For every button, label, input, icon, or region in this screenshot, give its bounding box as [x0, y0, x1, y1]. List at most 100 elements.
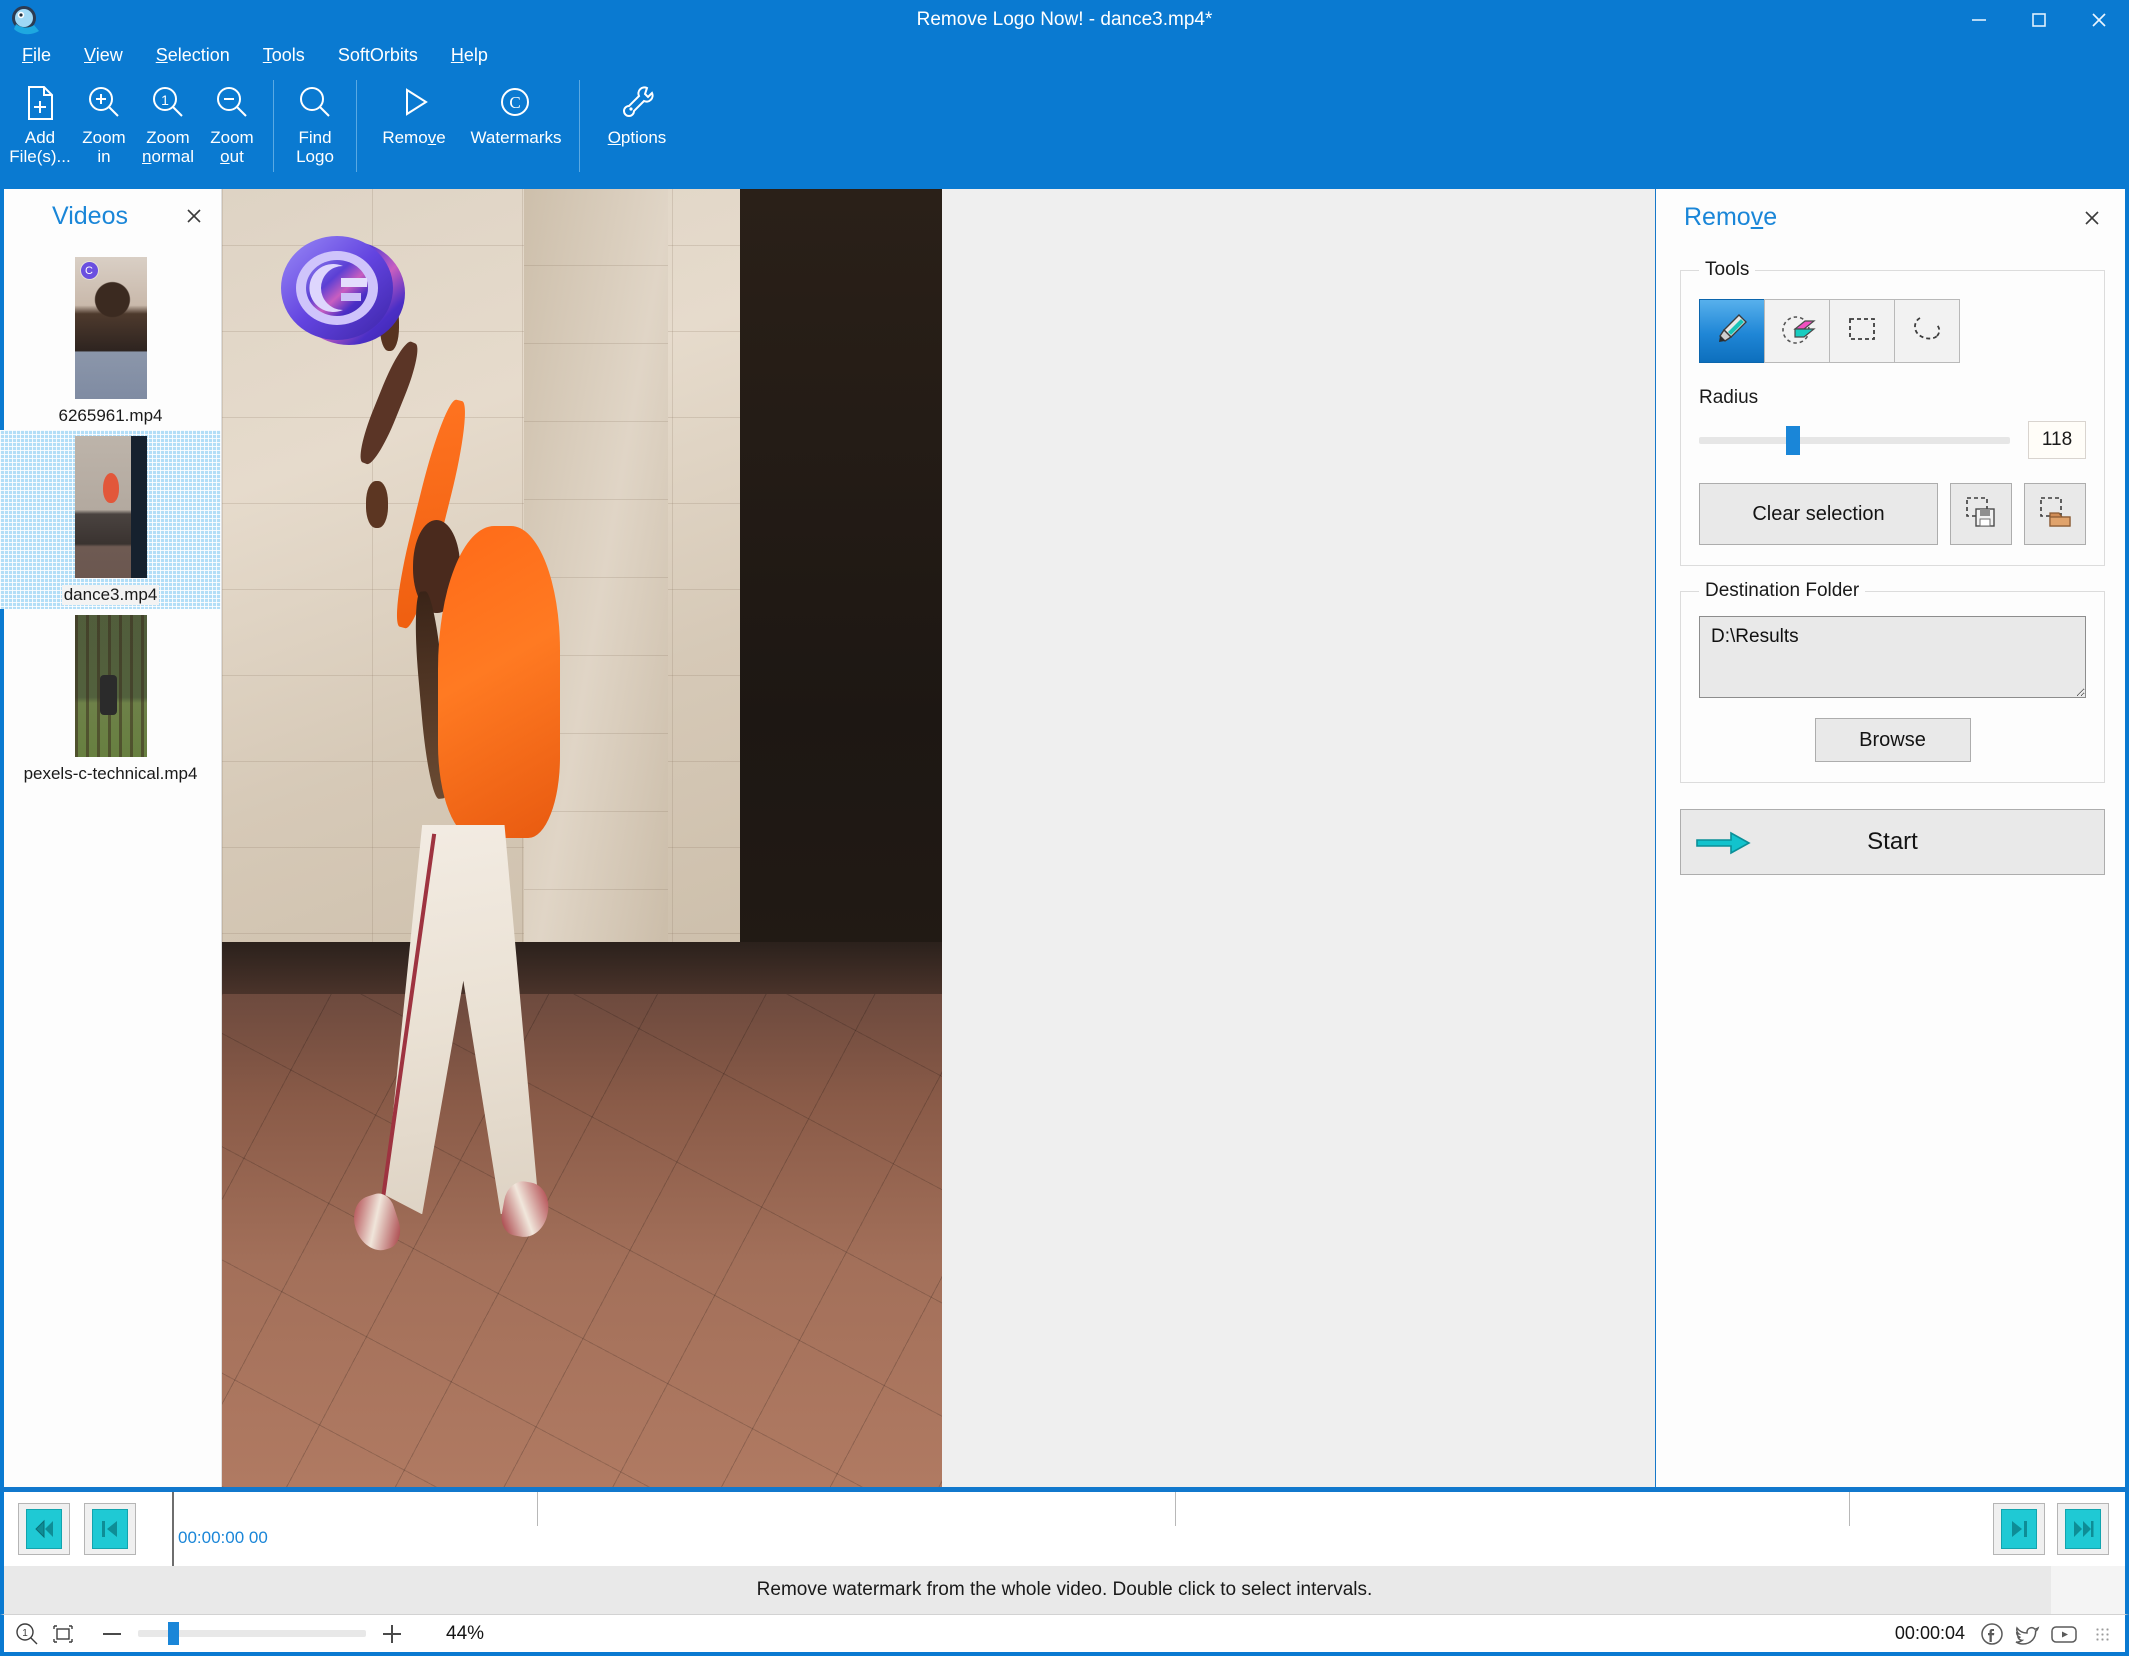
svg-text:1: 1: [161, 92, 169, 108]
dashed-rectangle-icon: [1842, 309, 1882, 354]
selection-actions-row: Clear selection: [1699, 483, 2086, 545]
browse-button[interactable]: Browse: [1814, 718, 1971, 762]
list-item[interactable]: C 6265961.mp4: [0, 251, 221, 430]
list-item[interactable]: pexels-c-technical.mp4: [0, 609, 221, 788]
find-logo-icon: [294, 78, 336, 128]
resize-grip-icon[interactable]: [2095, 1626, 2109, 1641]
remove-button[interactable]: Remove: [366, 70, 462, 147]
menu-item-selection[interactable]: Selection: [156, 45, 230, 66]
youtube-icon[interactable]: [2049, 1621, 2079, 1647]
video-canvas-area[interactable]: [222, 189, 1655, 1487]
menu-item-softorbits[interactable]: SoftOrbits: [338, 45, 418, 66]
zoom-out-button[interactable]: Zoom out: [200, 70, 264, 166]
eraser-tool-button[interactable]: [1764, 299, 1830, 363]
status-message: Remove watermark from the whole video. D…: [756, 1579, 1373, 1600]
status-bar[interactable]: Remove watermark from the whole video. D…: [0, 1566, 2129, 1614]
plus-icon[interactable]: [380, 1622, 404, 1646]
zoom-normal-icon: 1: [147, 78, 189, 128]
destination-folder-group: Destination Folder D:\Results Browse: [1680, 580, 2105, 783]
zoom-slider-thumb[interactable]: [167, 1622, 179, 1645]
find-logo-button[interactable]: Find Logo: [283, 70, 347, 166]
window-title: Remove Logo Now! - dance3.mp4*: [916, 9, 1213, 30]
video-duration-label: 00:00:04: [1894, 1623, 1965, 1643]
step-forward-icon: [2001, 1509, 2037, 1549]
zoom-normal-label-1: Zoom: [146, 128, 190, 147]
close-icon[interactable]: [2079, 205, 2105, 231]
radius-slider-row: 118: [1699, 421, 2086, 459]
load-selection-button[interactable]: [2024, 483, 2086, 545]
dancer-figure: [222, 189, 942, 1487]
start-button[interactable]: Start: [1680, 809, 2105, 875]
save-selection-icon: [1962, 493, 2000, 536]
marker-pen-icon: [1712, 309, 1752, 354]
skip-to-start-button[interactable]: [18, 1503, 70, 1555]
radius-label: Radius: [1699, 387, 1759, 408]
skip-to-end-button[interactable]: [2057, 1503, 2109, 1555]
copyright-badge-icon: C: [80, 262, 98, 279]
copyright-icon: C: [494, 78, 538, 128]
zoom-percent-label: 44%: [446, 1622, 485, 1644]
lasso-icon: [1907, 309, 1947, 354]
remove-panel-title: Remove: [1684, 202, 1778, 231]
app-window: Remove Logo Now! - dance3.mp4* File View…: [0, 0, 2129, 1656]
wrench-icon: [615, 78, 659, 128]
tools-group-legend: Tools: [1705, 259, 1750, 280]
menu-item-help[interactable]: Help: [451, 45, 488, 66]
zoom-in-icon: [83, 78, 125, 128]
remove-panel-header: Remove: [1680, 189, 2105, 245]
close-icon[interactable]: [2069, 0, 2129, 40]
zoom-normal-label-2: normal: [142, 147, 194, 166]
videos-panel-header: Videos: [0, 189, 221, 243]
zoom-out-label-1: Zoom: [210, 128, 254, 147]
menu-item-tools[interactable]: Tools: [263, 45, 305, 66]
destination-path-input[interactable]: D:\Results: [1699, 616, 2086, 698]
lasso-select-tool-button[interactable]: [1894, 299, 1960, 363]
zoom-actual-size-icon[interactable]: 1: [14, 1621, 40, 1647]
rectangle-select-tool-button[interactable]: [1829, 299, 1895, 363]
timeline-ruler[interactable]: 00:00:00 00: [172, 1492, 1995, 1566]
remove-label: Remove: [382, 128, 446, 147]
tool-buttons-row: [1699, 299, 2086, 363]
radius-value-field[interactable]: 118: [2028, 421, 2086, 459]
close-icon[interactable]: [181, 203, 207, 229]
radius-slider[interactable]: [1699, 425, 2010, 455]
facebook-icon[interactable]: [1979, 1621, 2005, 1647]
play-triangle-icon: [392, 78, 436, 128]
list-item-label: 6265961.mp4: [58, 406, 163, 425]
maximize-icon[interactable]: [2009, 0, 2069, 40]
zoom-normal-button[interactable]: 1 Zoom normal: [136, 70, 200, 166]
save-selection-button[interactable]: [1950, 483, 2012, 545]
step-forward-button[interactable]: [1993, 1503, 2045, 1555]
right-accent-bar: [2125, 189, 2129, 1487]
radius-slider-thumb[interactable]: [1786, 425, 1801, 455]
remove-panel: Remove Tools Radius 118 Clear selection …: [1655, 189, 2129, 1487]
eraser-icon: [1777, 309, 1817, 354]
step-back-button[interactable]: [84, 1503, 136, 1555]
copyright-logo-watermark[interactable]: [257, 231, 425, 349]
minimize-icon[interactable]: [1949, 0, 2009, 40]
menu-item-view[interactable]: View: [84, 45, 123, 66]
list-item[interactable]: dance3.mp4: [0, 430, 221, 609]
skip-to-end-icon: [2065, 1509, 2101, 1549]
zoom-in-button[interactable]: Zoom in: [72, 70, 136, 166]
add-files-button[interactable]: Add File(s)...: [8, 70, 72, 166]
main-body: Videos C 6265961.mp4 dance3.mp4 pexels-c…: [0, 188, 2129, 1487]
zoom-slider[interactable]: [138, 1622, 366, 1645]
twitter-icon[interactable]: [2013, 1621, 2041, 1647]
fit-to-window-icon[interactable]: [50, 1621, 76, 1647]
video-preview-frame[interactable]: [222, 189, 942, 1487]
watermarks-button[interactable]: C Watermarks: [462, 70, 570, 147]
ribbon-separator-3: [579, 80, 580, 172]
find-logo-label-1: Find: [298, 128, 332, 147]
options-button[interactable]: Options: [589, 70, 685, 147]
clear-selection-button[interactable]: Clear selection: [1699, 483, 1938, 545]
tools-group: Tools Radius 118 Clear selection: [1680, 259, 2105, 566]
menu-item-file[interactable]: File: [22, 45, 51, 66]
bottom-bar-right: 00:00:04: [1895, 1615, 2109, 1652]
marker-tool-button[interactable]: [1699, 299, 1765, 363]
timeline-playhead[interactable]: [172, 1492, 174, 1566]
minus-icon[interactable]: [100, 1622, 124, 1646]
video-thumbnail-list[interactable]: C 6265961.mp4 dance3.mp4 pexels-c-techni…: [0, 243, 221, 1487]
browse-row: Browse: [1699, 718, 2086, 762]
skip-to-start-icon: [26, 1509, 62, 1549]
